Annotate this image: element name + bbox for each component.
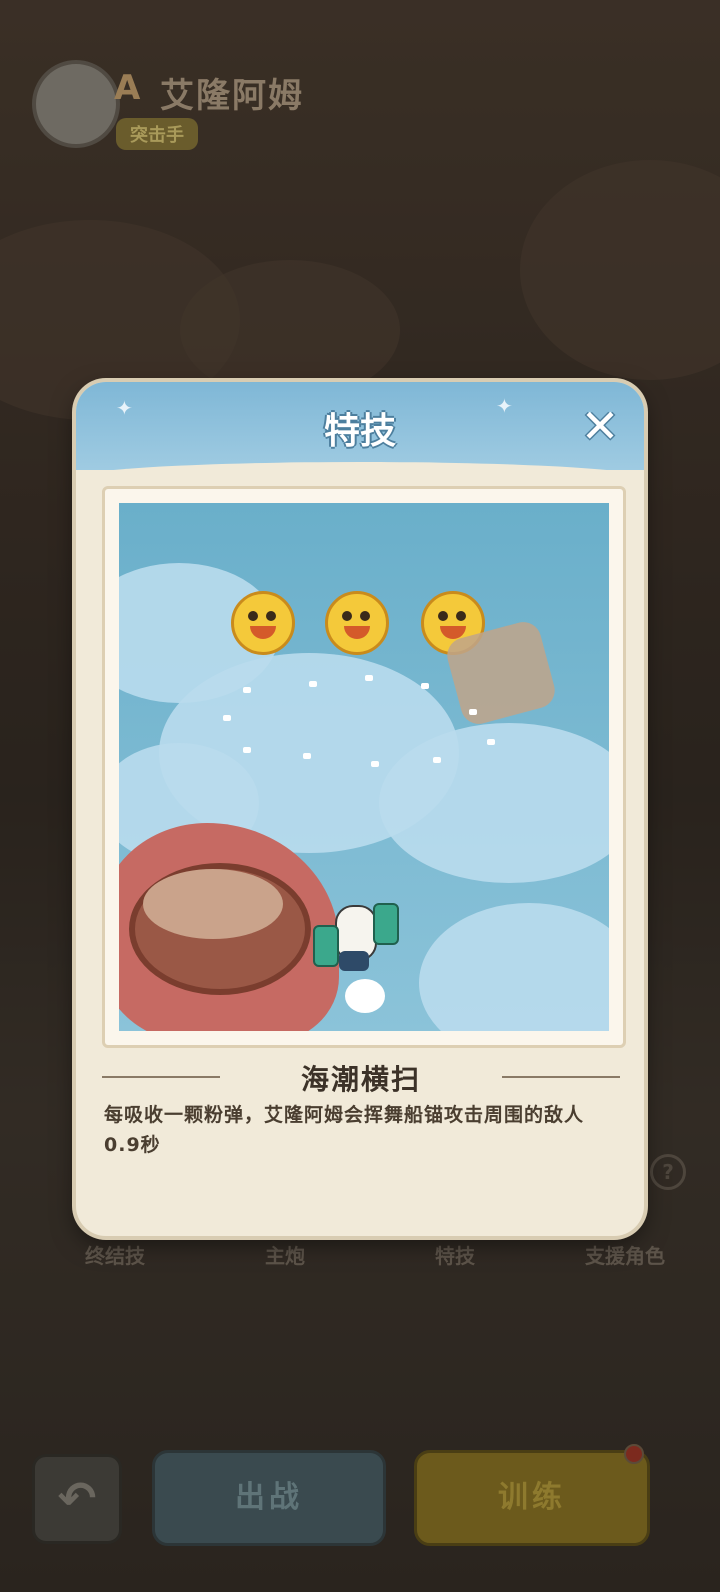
divider: [502, 1076, 620, 1078]
hero-grade: A: [114, 68, 141, 108]
notification-dot: [624, 1444, 644, 1464]
skill-modal: ✦ ✦ 特技 ✕ 海潮横扫 每吸收一颗粉弹，艾隆阿姆会挥舞船锚攻击周围的敌人0.…: [76, 382, 644, 1236]
tab-special-skill[interactable]: 特技: [380, 1240, 530, 1280]
avatar: [32, 60, 120, 148]
back-arrow-icon: ↶: [57, 1471, 97, 1525]
skill-preview-image: [119, 503, 609, 1031]
skill-preview-frame: [102, 486, 626, 1048]
skill-name: 海潮横扫: [300, 1063, 421, 1096]
train-button[interactable]: 训练: [414, 1450, 650, 1546]
modal-title: 特技: [323, 411, 396, 452]
hero-sprite: [313, 885, 399, 995]
tab-support[interactable]: 支援角色: [550, 1240, 700, 1280]
tab-ultimate[interactable]: 终结技: [40, 1240, 190, 1280]
tab-main-cannon[interactable]: 主炮: [210, 1240, 360, 1280]
skill-description: 每吸收一颗粉弹，艾隆阿姆会挥舞船锚攻击周围的敌人0.9秒: [104, 1104, 585, 1156]
modal-header: ✦ ✦ 特技 ✕: [76, 382, 644, 478]
enemy-icon: [325, 591, 389, 655]
smoke-puff: [345, 979, 385, 1013]
back-button[interactable]: ↶: [32, 1454, 122, 1544]
close-icon: ✕: [580, 399, 620, 453]
help-icon[interactable]: ?: [650, 1154, 686, 1190]
hero-name: 艾隆阿姆: [160, 76, 304, 116]
role-badge: 突击手: [116, 118, 198, 150]
bottom-action-bar: ↶ 出战 训练: [0, 1440, 720, 1560]
sortie-button[interactable]: 出战: [152, 1450, 386, 1546]
skill-tabs: 终结技 主炮 特技 支援角色: [40, 1240, 700, 1280]
close-button[interactable]: ✕: [578, 403, 622, 450]
skill-name-row: 海潮横扫: [102, 1056, 620, 1098]
enemy-icon: [231, 591, 295, 655]
